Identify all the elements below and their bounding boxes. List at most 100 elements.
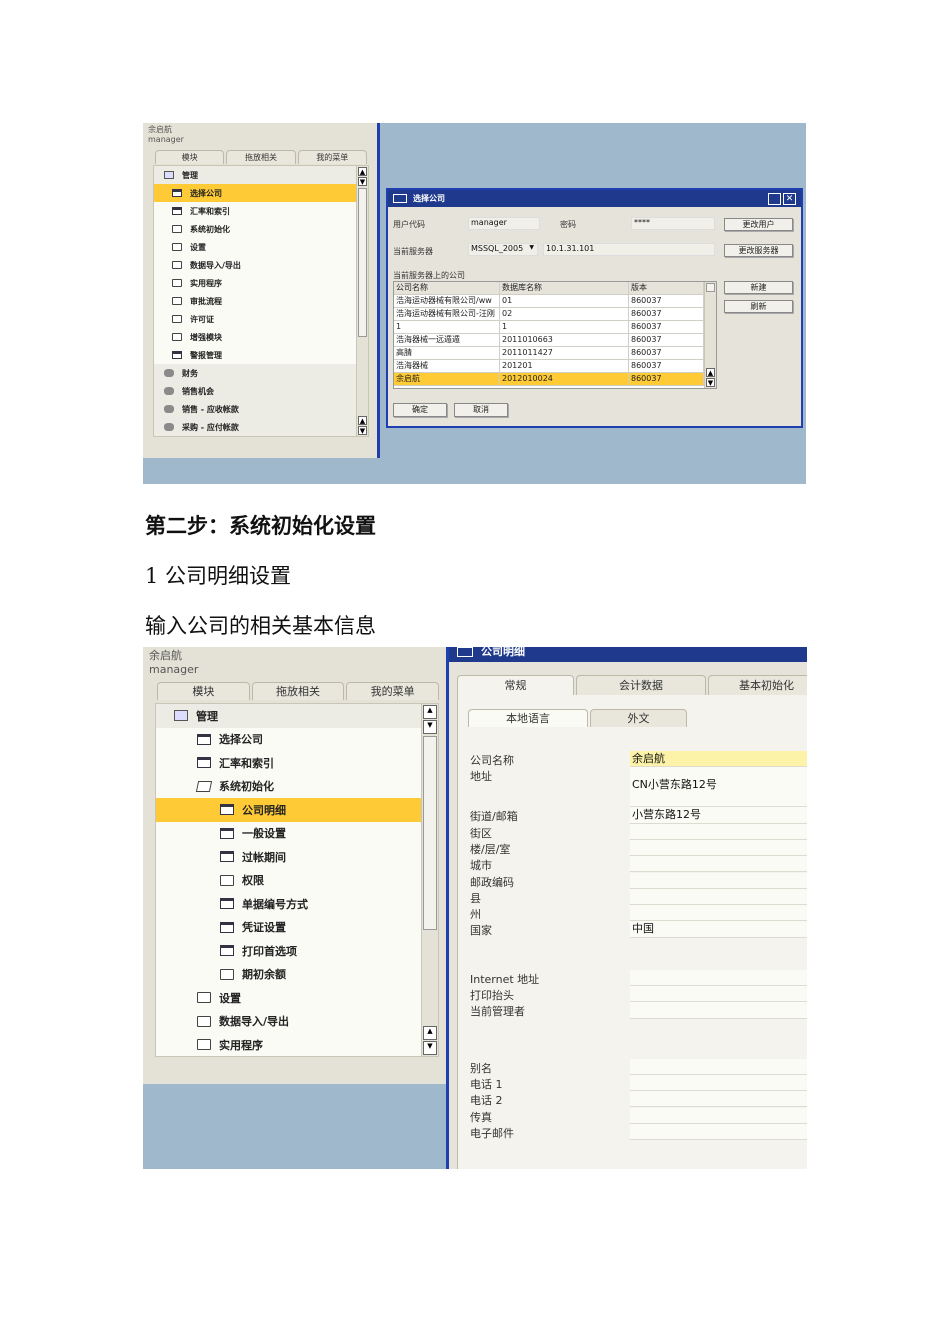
- tree-item-7[interactable]: 审批流程: [154, 292, 357, 310]
- field-input[interactable]: [630, 888, 807, 906]
- table-scrollbar[interactable]: ▲ ▼: [704, 282, 716, 388]
- tree-item-14[interactable]: 实用程序: [156, 1033, 422, 1056]
- new-company-button[interactable]: 新建: [724, 281, 793, 294]
- tree-item-4[interactable]: 公司明细: [156, 798, 422, 822]
- table-row[interactable]: 高腈 2011011427 860037: [394, 347, 704, 360]
- folder-icon: [197, 992, 211, 1004]
- tab-modules[interactable]: 模块: [157, 682, 250, 700]
- password-label: 密码: [560, 220, 576, 229]
- tab-drag-relate[interactable]: 拖放相关: [251, 682, 345, 700]
- tree-scrollbar[interactable]: ▲ ▼ ▲ ▼: [421, 704, 438, 1056]
- tree-item-5[interactable]: 一般设置: [156, 822, 422, 846]
- scroll-down-icon[interactable]: ▼: [358, 177, 367, 186]
- table-row[interactable]: 浩海运动器械有限公司-汪刚 02 860037: [394, 308, 704, 321]
- tree-item-3[interactable]: 系统初始化: [154, 220, 357, 238]
- password-field[interactable]: ****: [631, 217, 715, 230]
- tab-basic-init[interactable]: 基本初始化: [708, 675, 807, 695]
- tree-item-1[interactable]: 选择公司: [156, 728, 422, 752]
- tree-scrollbar[interactable]: ▲ ▼ ▲ ▼: [356, 166, 368, 436]
- field-input[interactable]: [630, 856, 807, 873]
- tree-item-0[interactable]: 管理: [154, 166, 357, 184]
- field-input[interactable]: [630, 1002, 807, 1019]
- tab-modules[interactable]: 模块: [155, 150, 225, 164]
- scroll-up-icon[interactable]: ▲: [358, 416, 367, 425]
- tree-item-7[interactable]: 权限: [156, 869, 422, 893]
- tree-item-4[interactable]: 设置: [154, 238, 357, 256]
- refresh-button[interactable]: 刷新: [724, 300, 793, 313]
- scroll-down-icon[interactable]: ▼: [358, 426, 367, 435]
- tree-item-14[interactable]: 采购 - 应付帐款: [154, 418, 357, 436]
- field-input[interactable]: [630, 905, 807, 922]
- field-input[interactable]: [630, 823, 807, 840]
- field-input[interactable]: 中国: [630, 921, 807, 938]
- field-input[interactable]: [630, 1058, 807, 1075]
- tab-my-menu[interactable]: 我的菜单: [297, 150, 367, 164]
- table-row[interactable]: 浩海器械一远遁遁 2011010663 860037: [394, 334, 704, 347]
- tree-item-11[interactable]: 期初余额: [156, 963, 422, 987]
- field-input[interactable]: [630, 1091, 807, 1108]
- scroll-up-icon[interactable]: ▲: [706, 368, 715, 377]
- field-label: 城市: [470, 859, 492, 873]
- field-input[interactable]: CN小营东路12号: [630, 767, 807, 808]
- user-code-field[interactable]: manager: [468, 217, 540, 230]
- scroll-up-icon[interactable]: ▲: [423, 1026, 437, 1040]
- change-user-button[interactable]: 更改用户: [724, 218, 793, 231]
- tab-local-language[interactable]: 本地语言: [468, 709, 588, 727]
- table-row[interactable]: 1 1 860037: [394, 321, 704, 334]
- tree-item-2[interactable]: 汇率和索引: [156, 751, 422, 775]
- tab-accounting-data[interactable]: 会计数据: [576, 675, 706, 695]
- finance-icon: [164, 369, 174, 377]
- tree-item-13[interactable]: 数据导入/导出: [156, 1010, 422, 1034]
- tree-item-12[interactable]: 销售机会: [154, 382, 357, 400]
- field-input[interactable]: [630, 872, 807, 889]
- ok-button[interactable]: 确定: [393, 403, 447, 417]
- scroll-up-icon[interactable]: ▲: [423, 705, 437, 719]
- field-input[interactable]: [630, 1107, 807, 1124]
- tree-item-9[interactable]: 凭证设置: [156, 916, 422, 940]
- scroll-thumb[interactable]: [423, 736, 437, 930]
- field-input[interactable]: [630, 969, 807, 986]
- scroll-up-icon[interactable]: ▲: [358, 167, 367, 176]
- tree-item-8[interactable]: 单据编号方式: [156, 892, 422, 916]
- field-input[interactable]: 小营东路12号: [630, 807, 807, 824]
- tree-item-6[interactable]: 过帐期间: [156, 845, 422, 869]
- column-header: 数据库名称: [500, 282, 629, 294]
- field-input[interactable]: [630, 839, 807, 857]
- tree-item-8[interactable]: 许可证: [154, 310, 357, 328]
- table-row[interactable]: 余启航 2012010024 860037: [394, 373, 704, 386]
- tree-item-3[interactable]: 系统初始化: [156, 775, 422, 799]
- scroll-down-icon[interactable]: ▼: [423, 720, 437, 734]
- change-server-button[interactable]: 更改服务器: [724, 244, 793, 257]
- tree-item-6[interactable]: 实用程序: [154, 274, 357, 292]
- field-input[interactable]: [630, 1074, 807, 1092]
- field-input[interactable]: [630, 1123, 807, 1141]
- tree-item-10[interactable]: 打印首选项: [156, 939, 422, 963]
- tree-item-5[interactable]: 数据导入/导出: [154, 256, 357, 274]
- table-row[interactable]: 浩海运动器械有限公司/ww 01 860037: [394, 295, 704, 308]
- tab-drag-relate[interactable]: 拖放相关: [226, 150, 296, 164]
- minimize-icon[interactable]: [768, 193, 781, 205]
- tab-general[interactable]: 常规: [457, 675, 574, 695]
- scroll-thumb[interactable]: [706, 283, 715, 292]
- cancel-button[interactable]: 取消: [454, 403, 508, 417]
- opportunity-icon: [164, 387, 174, 395]
- field-input[interactable]: [630, 986, 807, 1003]
- tree-item-1[interactable]: 选择公司: [154, 184, 357, 202]
- field-input[interactable]: 余启航: [630, 751, 807, 768]
- scroll-down-icon[interactable]: ▼: [423, 1041, 437, 1055]
- scroll-down-icon[interactable]: ▼: [706, 378, 715, 387]
- table-row[interactable]: 浩海器械 201201 860037: [394, 360, 704, 373]
- tab-my-menu[interactable]: 我的菜单: [346, 682, 440, 700]
- tree-item-0[interactable]: 管理: [156, 704, 422, 728]
- tree-item-11[interactable]: 财务: [154, 364, 357, 382]
- close-icon[interactable]: ✕: [783, 193, 796, 205]
- tab-foreign-language[interactable]: 外文: [590, 709, 687, 727]
- tree-item-10[interactable]: 警报管理: [154, 346, 357, 364]
- server-type-select[interactable]: MSSQL_2005 ▼: [468, 243, 538, 256]
- tree-item-9[interactable]: 增强模块: [154, 328, 357, 346]
- tree-item-13[interactable]: 销售 - 应收帐款: [154, 400, 357, 418]
- server-address-field[interactable]: 10.1.31.101: [543, 243, 715, 256]
- scroll-thumb[interactable]: [358, 188, 367, 337]
- tree-item-2[interactable]: 汇率和索引: [154, 202, 357, 220]
- tree-item-12[interactable]: 设置: [156, 986, 422, 1010]
